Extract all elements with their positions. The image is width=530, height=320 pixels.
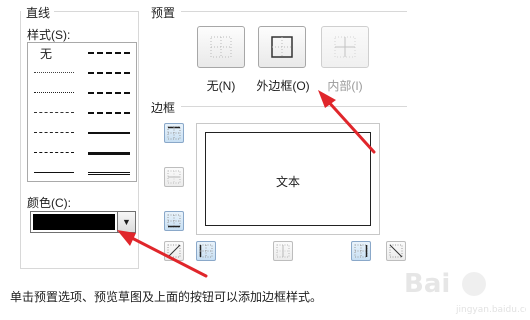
style-option-slant-dash-dot[interactable] (88, 67, 130, 79)
border-bottom-icon (167, 214, 181, 228)
color-dropdown-button[interactable]: ▼ (117, 212, 135, 232)
preset-none-label: 无(N) (206, 79, 236, 93)
style-option-dash-dot-dot[interactable] (34, 107, 74, 119)
border-diagonal-up-button[interactable] (164, 241, 184, 261)
line-section-bottom-border (20, 268, 138, 269)
style-option-hair[interactable] (34, 67, 74, 79)
border-right-button[interactable] (351, 241, 371, 261)
preset-inside-icon (334, 36, 356, 58)
line-section-title: 直线 (26, 4, 55, 21)
preset-outline-button[interactable] (258, 26, 306, 68)
style-option-medium-dash-dot-dot[interactable] (88, 47, 130, 59)
preset-inside-button[interactable] (321, 26, 369, 68)
arrow-to-color-dropdown (117, 230, 208, 278)
border-top-button[interactable] (164, 123, 184, 143)
line-section-divider (54, 11, 138, 12)
style-option-thick[interactable] (88, 147, 130, 159)
style-option-medium[interactable] (88, 127, 130, 139)
preset-section-divider (181, 11, 407, 12)
border-inside-horizontal-button[interactable] (164, 167, 184, 187)
svg-text:jingyan.baidu.com: jingyan.baidu.com (455, 305, 526, 315)
preview-sample-text: 文本 (275, 175, 300, 189)
style-option-thin[interactable] (34, 167, 74, 179)
style-none-option[interactable]: 无 (40, 45, 52, 62)
diagonal-down-icon (389, 244, 403, 258)
preset-outline-label: 外边框(O) (256, 79, 310, 93)
hint-text: 单击预置选项、预览草图及上面的按钮可以添加边框样式。 (10, 290, 323, 304)
style-option-dashed[interactable] (34, 147, 74, 159)
style-option-dash-dot[interactable] (34, 127, 74, 139)
line-section-left-border (20, 11, 21, 269)
border-section-divider (181, 106, 407, 107)
preset-none-button[interactable] (197, 26, 245, 68)
style-option-dot[interactable] (34, 87, 74, 99)
diagonal-up-icon (167, 244, 181, 258)
color-swatch (33, 214, 115, 230)
border-inside-vertical-button[interactable] (273, 241, 293, 261)
border-inside-vertical-icon (276, 244, 290, 258)
preset-section-title: 预置 (151, 4, 180, 21)
border-left-icon (199, 244, 213, 258)
style-label: 样式(S): (27, 28, 71, 42)
chevron-down-icon: ▼ (122, 217, 131, 227)
border-inside-horizontal-icon (167, 170, 181, 184)
svg-text:Bai: Bai (404, 269, 450, 299)
preset-inside-label: 内部(I) (327, 79, 363, 93)
border-right-icon (354, 244, 368, 258)
preset-none-icon (210, 36, 232, 58)
line-section-right-border (138, 11, 139, 269)
preset-outline-icon (271, 36, 293, 58)
line-style-list[interactable]: 无 (27, 42, 137, 182)
border-preview[interactable]: 文本 (196, 123, 380, 235)
border-left-button[interactable] (196, 241, 216, 261)
style-option-double[interactable] (88, 167, 130, 179)
color-picker[interactable]: ▼ (30, 211, 136, 233)
style-option-medium-dashed[interactable] (88, 107, 130, 119)
border-bottom-button[interactable] (164, 211, 184, 231)
style-option-medium-dash-dot[interactable] (88, 87, 130, 99)
color-label: 颜色(C): (27, 196, 71, 210)
watermark-logo: Bai jingyan.baidu.com (404, 269, 526, 315)
border-preview-box[interactable]: 文本 (205, 132, 371, 226)
border-top-icon (167, 126, 181, 140)
border-section-title: 边框 (151, 99, 180, 116)
